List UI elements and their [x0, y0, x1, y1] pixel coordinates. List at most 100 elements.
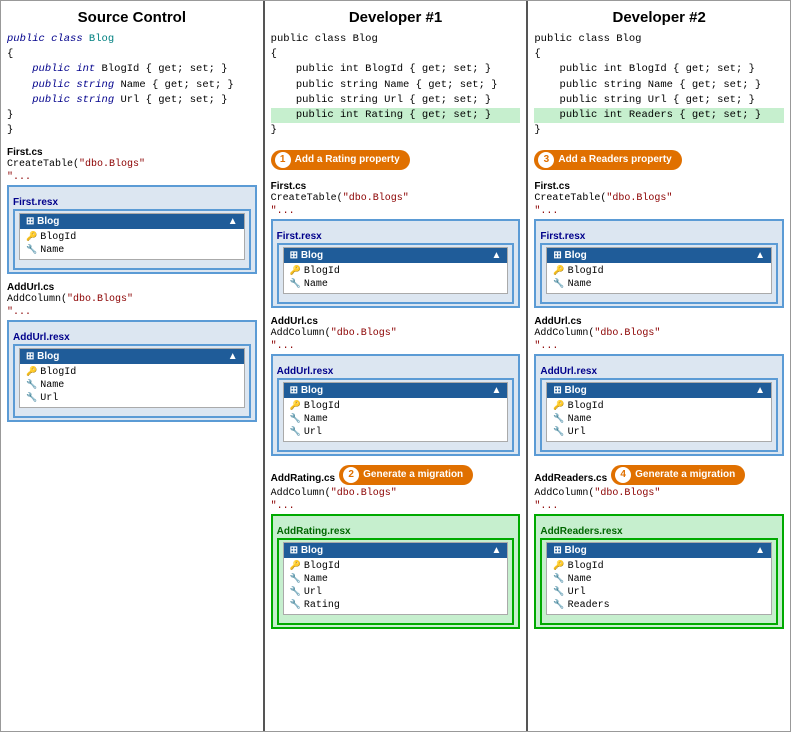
tree-item: 🔧Url: [551, 586, 767, 599]
callout-text: Generate a migration: [363, 469, 463, 480]
db-code-ellipsis: "...: [7, 172, 257, 183]
field-icon: 🔧: [553, 414, 564, 424]
resx-label: AddRating.resx: [277, 526, 515, 537]
file-label: First.cs: [271, 181, 521, 192]
tree-item-label: Name: [40, 380, 64, 391]
resx-container: First.resx⊞ Blog▲🔑BlogId🔧Name: [534, 219, 784, 308]
tree-item: 🔧Url: [551, 426, 767, 439]
code-line: public class Blog: [7, 32, 257, 47]
callout-number: 2: [343, 467, 359, 483]
resx-container: AddUrl.resx⊞ Blog▲🔑BlogId🔧Name🔧Url: [271, 354, 521, 456]
code-line: {: [7, 47, 257, 62]
tree-item-label: Name: [568, 574, 592, 585]
tree-item: 🔑BlogId: [288, 400, 504, 413]
column-source-control: Source Controlpublic class Blog{ public …: [1, 1, 265, 731]
tree-item: 🔧Name: [551, 278, 767, 291]
callout-number: 1: [275, 152, 291, 168]
tree-item: 🔑BlogId: [288, 560, 504, 573]
field-icon: 🔧: [290, 600, 301, 610]
field-icon: 🔧: [553, 600, 564, 610]
code-line: public string Url { get; set; }: [534, 93, 784, 108]
key-icon: 🔑: [290, 561, 301, 571]
tree-header: ⊞ Blog▲: [284, 383, 508, 398]
resx-label: First.resx: [13, 197, 251, 208]
code-line: {: [271, 47, 521, 62]
column-title: Developer #2: [534, 9, 784, 26]
file-label: AddUrl.cs: [7, 282, 257, 293]
tree-widget: ⊞ Blog▲🔑BlogId🔧Name: [19, 213, 245, 260]
tree-item: 🔧Name: [288, 278, 504, 291]
field-icon: 🔧: [290, 574, 301, 584]
file-label: AddUrl.cs: [534, 316, 784, 327]
callout-badge: 1Add a Rating property: [271, 150, 410, 170]
tree-header: ⊞ Blog▲: [547, 248, 771, 263]
db-code: AddColumn("dbo.Blogs": [534, 488, 784, 499]
code-line: {: [534, 47, 784, 62]
db-code-ellipsis: "...: [271, 341, 521, 352]
tree-header: ⊞ Blog▲: [20, 214, 244, 229]
tree-item: 🔑BlogId: [288, 265, 504, 278]
code-line: public string Name { get; set; }: [7, 78, 257, 93]
resx-label: AddReaders.resx: [540, 526, 778, 537]
column-title: Developer #1: [271, 9, 521, 26]
tree-item-label: Readers: [568, 600, 610, 611]
file-label: AddUrl.cs: [271, 316, 521, 327]
db-code: CreateTable("dbo.Blogs": [534, 193, 784, 204]
db-code: AddColumn("dbo.Blogs": [271, 328, 521, 339]
db-code: CreateTable("dbo.Blogs": [271, 193, 521, 204]
tree-widget: ⊞ Blog▲🔑BlogId🔧Name🔧Url🔧Rating: [283, 542, 509, 615]
db-code-ellipsis: "...: [534, 501, 784, 512]
tree-item: 🔑BlogId: [551, 265, 767, 278]
callout-number: 3: [538, 152, 554, 168]
key-icon: 🔑: [26, 367, 37, 377]
code-line: public int Rating { get; set; }: [271, 108, 521, 123]
tree-item-label: Name: [304, 279, 328, 290]
callout-text: Add a Readers property: [558, 154, 671, 165]
tree-item-label: Name: [304, 574, 328, 585]
tree-item: 🔧Rating: [288, 599, 504, 612]
code-line: public int BlogId { get; set; }: [271, 62, 521, 77]
tree-header: ⊞ Blog▲: [547, 543, 771, 558]
resx-container: First.resx ⊞ Blog▲🔑BlogId🔧Name: [7, 185, 257, 274]
tree-item: 🔧Url: [288, 586, 504, 599]
tree-item: 🔑 BlogId: [551, 560, 767, 573]
section-group-addurl: AddUrl.csAddColumn("dbo.Blogs""...AddUrl…: [534, 316, 784, 456]
tree-item: 🔑BlogId: [551, 400, 767, 413]
field-icon: 🔧: [26, 393, 37, 403]
code-line: public int BlogId { get; set; }: [7, 62, 257, 77]
field-icon: 🔧: [26, 380, 37, 390]
tree-widget: ⊞ Blog▲🔑BlogId🔧Name🔧Url: [19, 348, 245, 408]
tree-item-label: BlogId: [568, 266, 604, 277]
tree-widget: ⊞ Blog▲🔑BlogId🔧Name🔧Url🔧Readers: [546, 542, 772, 615]
tree-item-label: Url: [304, 427, 322, 438]
callout-badge: 3 Add a Readers property: [534, 150, 681, 170]
field-icon: 🔧: [553, 574, 564, 584]
field-icon: 🔧: [290, 414, 301, 424]
tree-item: 🔧 Name: [551, 573, 767, 586]
tree-item: 🔧Name: [288, 413, 504, 426]
tree-item: 🔧Name: [551, 413, 767, 426]
code-line: public class Blog: [271, 32, 521, 47]
resx-container: AddRating.resx ⊞ Blog▲🔑BlogId🔧Name🔧Url🔧Ra…: [271, 514, 521, 629]
tree-widget: ⊞ Blog▲🔑BlogId🔧Name: [283, 247, 509, 294]
tree-item-label: BlogId: [568, 561, 604, 572]
callout-badge: 2 Generate a migration: [339, 465, 473, 485]
code-line: public string Url { get; set; }: [7, 93, 257, 108]
code-line: }: [7, 108, 257, 123]
column-developer2: Developer #2 public class Blog{ public in…: [528, 1, 790, 731]
db-code-ellipsis: "...: [271, 501, 521, 512]
code-line: public int BlogId { get; set; }: [534, 62, 784, 77]
key-icon: 🔑: [290, 266, 301, 276]
db-code: AddColumn("dbo.Blogs": [7, 294, 257, 305]
column-developer1: Developer #1 public class Blog{ public in…: [265, 1, 529, 731]
resx-container: AddReaders.resx⊞ Blog▲🔑BlogId🔧Name🔧Url🔧R…: [534, 514, 784, 629]
code-line: public class Blog: [534, 32, 784, 47]
tree-item: 🔧Name: [288, 573, 504, 586]
tree-item-label: Name: [40, 245, 64, 256]
field-icon: 🔧: [26, 245, 37, 255]
file-label: AddReaders.cs: [534, 473, 607, 484]
key-icon: 🔑: [553, 561, 564, 571]
tree-item: 🔧Url: [288, 426, 504, 439]
tree-item-label: Url: [40, 393, 58, 404]
db-code: AddColumn("dbo.Blogs": [534, 328, 784, 339]
